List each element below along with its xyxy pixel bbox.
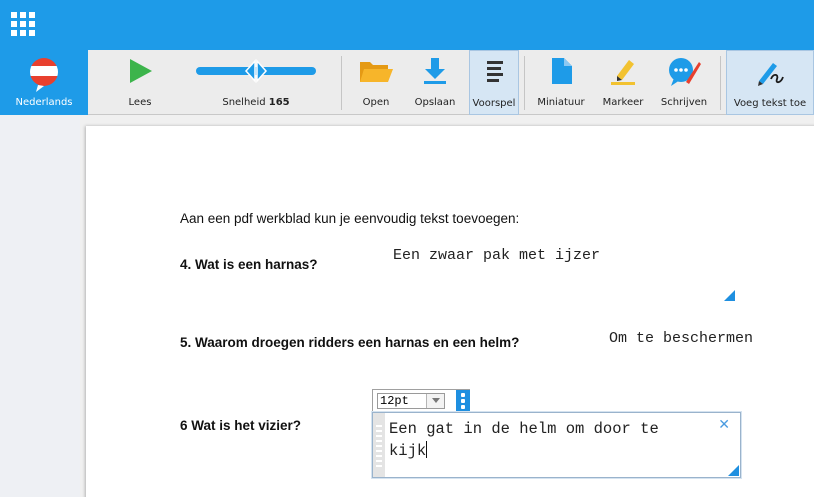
- preview-label: Voorspel: [472, 98, 516, 109]
- add-text-button[interactable]: Voeg tekst toe: [726, 50, 814, 115]
- write-button[interactable]: Schrijven: [654, 50, 714, 115]
- close-x-icon[interactable]: ✕: [718, 418, 730, 432]
- left-rail: [0, 116, 80, 497]
- speed-value: 165: [268, 97, 290, 108]
- edit-text-area[interactable]: Een gat in de helm om door te kijk: [389, 418, 719, 462]
- toolbar-separator: [720, 56, 721, 110]
- lines-icon: [487, 61, 503, 82]
- question-4: 4. Wat is een harnas?: [180, 257, 318, 272]
- highlight-label: Markeer: [602, 97, 644, 108]
- speed-slider[interactable]: [194, 56, 318, 86]
- drag-handle[interactable]: [373, 413, 385, 477]
- thumbnail-label: Miniatuur: [537, 97, 585, 108]
- flag-icon: [30, 58, 58, 92]
- toolbar: Nederlands Lees Snelheid 165 Open Opslaa…: [0, 50, 814, 115]
- open-label: Open: [362, 97, 390, 108]
- read-label: Lees: [128, 97, 152, 108]
- play-icon: [130, 59, 152, 83]
- save-label: Opslaan: [414, 97, 456, 108]
- text-caret: [426, 441, 428, 458]
- resize-handle[interactable]: [724, 290, 735, 301]
- preview-button[interactable]: Voorspel: [469, 50, 519, 115]
- font-size-value: 12pt: [380, 394, 409, 408]
- resize-handle[interactable]: [728, 465, 739, 476]
- highlighter-icon: [611, 60, 635, 85]
- answer-4[interactable]: Een zwaar pak met ijzer: [393, 247, 600, 264]
- folder-icon: [360, 62, 393, 82]
- thumbnail-button[interactable]: Miniatuur: [530, 50, 592, 115]
- top-bar: [0, 0, 814, 50]
- intro-text: Aan een pdf werkblad kun je eenvoudig te…: [180, 211, 520, 226]
- grid-icon[interactable]: [11, 12, 37, 38]
- text-edit-box[interactable]: Een gat in de helm om door te kijk ✕: [372, 412, 741, 478]
- edit-text-line-2: kijk: [389, 440, 719, 462]
- download-icon: [424, 58, 446, 84]
- toolbar-separator: [524, 56, 525, 110]
- highlight-button[interactable]: Markeer: [596, 50, 650, 115]
- language-button[interactable]: Nederlands: [0, 50, 88, 115]
- app-window: Nederlands Lees Snelheid 165 Open Opslaa…: [0, 0, 814, 497]
- language-label: Nederlands: [15, 97, 73, 108]
- question-5: 5. Waarom droegen ridders een harnas en …: [180, 335, 520, 350]
- read-button[interactable]: Lees: [100, 50, 180, 115]
- answer-5[interactable]: Om te beschermen: [609, 330, 753, 347]
- edit-text-line-2-text: kijk: [389, 442, 427, 460]
- chevron-down-icon[interactable]: [426, 394, 444, 408]
- question-6: 6 Wat is het vizier?: [180, 418, 302, 433]
- open-button[interactable]: Open: [350, 50, 402, 115]
- save-button[interactable]: Opslaan: [408, 50, 462, 115]
- speed-label: Snelheid 165: [185, 97, 327, 108]
- font-size-toolbar: 12pt: [372, 389, 470, 412]
- speed-text: Snelheid: [222, 97, 266, 108]
- toolbar-separator: [341, 56, 342, 110]
- speed-control[interactable]: Snelheid 165: [185, 50, 327, 115]
- speech-pen-icon: [669, 58, 701, 86]
- page-icon: [552, 58, 572, 84]
- edit-text-line-1: Een gat in de helm om door te: [389, 420, 659, 438]
- pen-text-icon: [758, 63, 784, 86]
- write-label: Schrijven: [660, 97, 708, 108]
- more-options-icon[interactable]: [456, 390, 470, 411]
- add-text-label: Voeg tekst toe: [733, 98, 807, 109]
- font-size-select[interactable]: 12pt: [377, 393, 445, 409]
